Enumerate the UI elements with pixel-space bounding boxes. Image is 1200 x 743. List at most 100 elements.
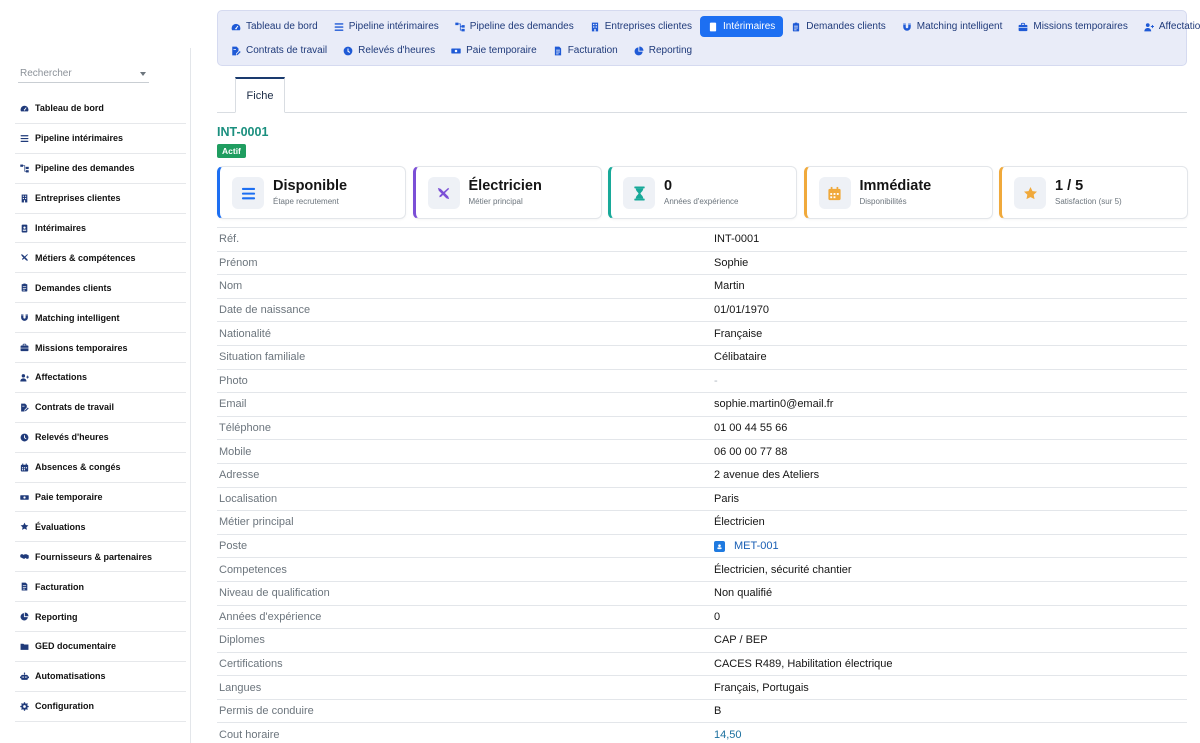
sidebar-item[interactable]: Pipeline des demandes: [15, 154, 186, 184]
detail-label: Photo: [219, 374, 248, 387]
detail-row: Langues Français, Portugais: [217, 675, 1187, 699]
nav-link-label: Tableau de bord: [246, 21, 318, 32]
detail-row: Permis de conduire B: [217, 698, 1187, 723]
gauge-icon: [20, 104, 29, 113]
sidebar-item[interactable]: GED documentaire: [15, 632, 186, 662]
sidebar-item-label: Missions temporaires: [35, 342, 128, 353]
sidebar-item[interactable]: Évaluations: [15, 512, 186, 543]
nav-link[interactable]: Tableau de bord: [223, 16, 326, 37]
detail-value: sophie.martin0@email.fr: [714, 398, 833, 410]
sidebar-item[interactable]: Paie temporaire: [15, 483, 186, 513]
detail-value[interactable]: MET-001: [714, 540, 779, 552]
sidebar-item-label: Évaluations: [35, 521, 86, 532]
detail-value-text: Martin: [714, 280, 745, 293]
detail-label: Adresse: [219, 469, 260, 482]
invoice-icon: [553, 46, 563, 56]
id-badge-icon: [20, 224, 29, 233]
detail-row: Photo -: [217, 368, 1187, 393]
file-signature-icon: [231, 46, 241, 56]
nav-link[interactable]: Entreprises clientes: [582, 16, 700, 37]
nav-link[interactable]: Relevés d'heures: [335, 40, 443, 61]
detail-label: Nationalité: [219, 327, 271, 340]
building-icon: [590, 22, 600, 32]
nav-link[interactable]: Affectations: [1136, 16, 1200, 37]
briefcase-icon: [1018, 22, 1028, 32]
nav-link[interactable]: Intérimaires: [700, 16, 784, 37]
detail-value-text: Française: [714, 327, 763, 340]
nav-link[interactable]: Facturation: [545, 40, 626, 61]
sidebar-item-label: GED documentaire: [35, 641, 117, 652]
nav-link[interactable]: Paie temporaire: [443, 40, 545, 61]
detail-row: Adresse 2 avenue des Ateliers: [217, 462, 1187, 487]
id-badge-icon: [708, 22, 718, 32]
nav-link[interactable]: Pipeline des demandes: [447, 16, 582, 37]
kpi-value: Disponible: [273, 178, 348, 194]
user-plus-icon: [20, 373, 29, 382]
tab-bar: Fiche: [217, 77, 1187, 113]
sidebar-item[interactable]: Intérimaires: [15, 214, 186, 244]
nav-link[interactable]: Pipeline intérimaires: [326, 16, 447, 37]
detail-label: Cout horaire: [219, 728, 280, 741]
detail-value: Célibataire: [714, 351, 767, 363]
sidebar-item[interactable]: Contrats de travail: [15, 393, 186, 423]
detail-value: 01 00 44 55 66: [714, 422, 787, 434]
sidebar-item[interactable]: Facturation: [15, 572, 186, 603]
sidebar-item[interactable]: Relevés d'heures: [15, 423, 186, 453]
sidebar-item[interactable]: Missions temporaires: [15, 333, 186, 364]
list-icon: [334, 22, 344, 32]
sidebar-item-label: Pipeline des demandes: [35, 163, 135, 174]
sidebar-item-label: Demandes clients: [35, 282, 112, 293]
sidebar-item[interactable]: Automatisations: [15, 662, 186, 692]
sidebar-item[interactable]: Reporting: [15, 602, 186, 633]
detail-label: Nom: [219, 280, 243, 293]
detail-value: 01/01/1970: [714, 304, 769, 316]
sidebar-item-label: Paie temporaire: [35, 492, 103, 503]
sidebar-item[interactable]: Configuration: [15, 692, 186, 722]
kpi-card: 0 Années d'expérience: [608, 166, 797, 219]
detail-label: Diplomes: [219, 634, 265, 647]
detail-row: Niveau de qualification Non qualifié: [217, 580, 1187, 605]
detail-label: Date de naissance: [219, 304, 311, 317]
detail-value-text: Célibataire: [714, 351, 767, 364]
tab-fiche[interactable]: Fiche: [235, 77, 285, 113]
sidebar-item-label: Matching intelligent: [35, 312, 120, 323]
detail-row: Métier principal Électricien: [217, 510, 1187, 534]
kpi-cards: Disponible Étape recrutement Électricien Mé…: [217, 166, 1188, 219]
sidebar-search-select[interactable]: Rechercher: [18, 65, 149, 83]
sidebar-item[interactable]: Tableau de bord: [15, 94, 186, 124]
sidebar-item[interactable]: Absences & congés: [15, 453, 186, 483]
hourglass-icon: [623, 177, 655, 209]
sidebar-item-label: Entreprises clientes: [35, 193, 121, 204]
sidebar-item[interactable]: Pipeline intérimaires: [15, 124, 186, 154]
sidebar-item[interactable]: Métiers & compétences: [15, 243, 186, 274]
sidebar-item[interactable]: Entreprises clientes: [15, 184, 186, 214]
sidebar-item[interactable]: Fournisseurs & partenaires: [15, 542, 186, 573]
detail-row: Date de naissance 01/01/1970: [217, 297, 1187, 322]
detail-label: Mobile: [219, 445, 252, 458]
detail-value: Non qualifié: [714, 587, 772, 599]
nav-link[interactable]: Missions temporaires: [1010, 16, 1135, 37]
nav-link-label: Contrats de travail: [246, 45, 328, 56]
sidebar-item-label: Configuration: [35, 701, 94, 712]
tools-icon: [427, 177, 460, 209]
nav-link[interactable]: Matching intelligent: [894, 16, 1011, 37]
invoice-icon: [20, 582, 29, 591]
detail-value-text: sophie.martin0@email.fr: [714, 398, 834, 411]
clipboard-icon: [20, 283, 29, 292]
detail-value-text: Électricien, sécurité chantier: [714, 563, 852, 576]
sidebar-item[interactable]: Demandes clients: [15, 273, 186, 304]
nav-link-label: Paie temporaire: [466, 45, 537, 56]
sidebar-item-label: Automatisations: [35, 671, 106, 682]
sidebar-menu: Tableau de bord Pipeline intérimaires Pipe…: [15, 94, 186, 722]
sidebar-item[interactable]: Affectations: [15, 363, 186, 393]
nav-link[interactable]: Contrats de travail: [223, 40, 335, 61]
user-plus-icon: [1144, 22, 1154, 32]
detail-label: Situation familiale: [219, 351, 306, 364]
nav-link-label: Entreprises clientes: [604, 21, 693, 32]
kpi-value: 0: [664, 178, 673, 194]
detail-row: Réf. INT-0001: [217, 227, 1187, 251]
nav-link[interactable]: Demandes clients: [783, 16, 893, 37]
id-card-icon: [714, 540, 725, 552]
nav-link[interactable]: Reporting: [626, 40, 700, 61]
sidebar-item[interactable]: Matching intelligent: [15, 303, 186, 334]
